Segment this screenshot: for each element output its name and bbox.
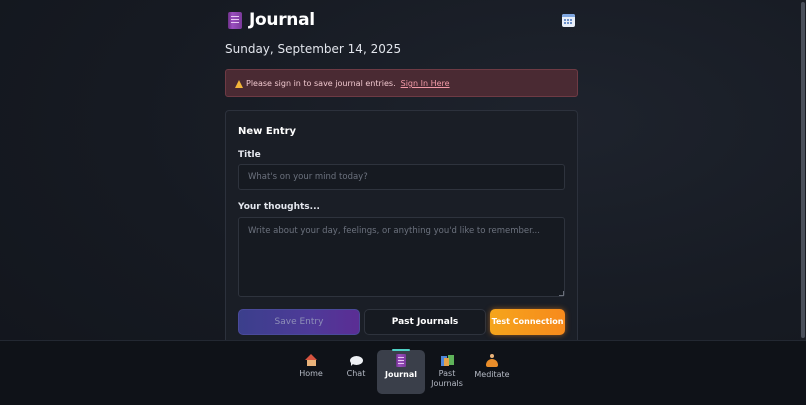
textarea-resize-handle[interactable] bbox=[559, 291, 564, 296]
bottom-nav: Home Chat Journal Past Journals Meditate bbox=[0, 340, 806, 405]
past-journals-button[interactable]: Past Journals bbox=[364, 309, 486, 335]
page-scrollbar[interactable] bbox=[800, 0, 806, 340]
alert-message: Please sign in to save journal entries. bbox=[246, 79, 396, 88]
nav-label: Past Journals bbox=[431, 369, 463, 388]
notebook-icon bbox=[396, 354, 406, 367]
new-entry-card: New Entry Title Your thoughts... Save En… bbox=[225, 110, 578, 350]
test-connection-button[interactable]: Test Connection bbox=[490, 309, 565, 335]
page-header: Journal bbox=[225, 8, 578, 34]
active-indicator bbox=[392, 349, 410, 351]
card-heading: New Entry bbox=[238, 126, 297, 137]
sign-in-alert: Please sign in to save journal entries. S… bbox=[225, 69, 578, 97]
nav-item-home[interactable]: Home bbox=[296, 350, 326, 394]
save-entry-button[interactable]: Save Entry bbox=[238, 309, 360, 335]
page-title: Journal bbox=[249, 10, 315, 30]
nav-item-meditate[interactable]: Meditate bbox=[474, 350, 510, 394]
title-label: Title bbox=[238, 150, 261, 160]
nav-item-past-journals[interactable]: Past Journals bbox=[429, 350, 465, 394]
thoughts-label: Your thoughts... bbox=[238, 202, 320, 212]
sign-in-link[interactable]: Sign In Here bbox=[401, 79, 450, 88]
thoughts-textarea[interactable] bbox=[238, 217, 565, 297]
scrollbar-thumb[interactable] bbox=[801, 2, 805, 338]
meditation-icon bbox=[486, 354, 498, 367]
calendar-icon[interactable] bbox=[562, 14, 575, 27]
current-date: Sunday, September 14, 2025 bbox=[225, 42, 402, 56]
nav-item-journal[interactable]: Journal bbox=[377, 349, 425, 394]
nav-label: Chat bbox=[346, 369, 366, 378]
books-icon bbox=[440, 355, 454, 366]
nav-label: Meditate bbox=[474, 370, 510, 379]
title-input[interactable] bbox=[238, 164, 565, 190]
speech-bubble-icon bbox=[349, 356, 363, 366]
nav-label: Journal bbox=[385, 370, 417, 379]
nav-item-chat[interactable]: Chat bbox=[343, 350, 369, 394]
alert-text: Please sign in to save journal entries. S… bbox=[246, 78, 450, 89]
book-icon bbox=[228, 12, 242, 29]
nav-label: Home bbox=[299, 369, 323, 378]
warning-icon bbox=[235, 80, 243, 88]
house-icon bbox=[304, 354, 318, 366]
